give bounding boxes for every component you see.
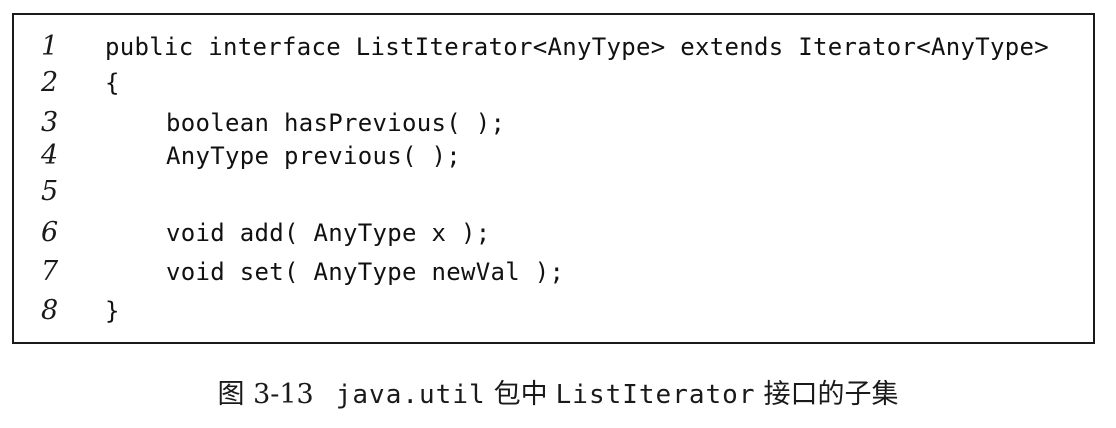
line-number: 1: [41, 31, 59, 62]
code-line-7: 7 void set( AnyType newVal );: [14, 254, 1093, 290]
caption-text-subset: 接口的子集: [763, 379, 899, 410]
code-line-6: 6 void add( AnyType x );: [14, 215, 1093, 251]
caption-interface-name: ListIterator: [555, 380, 756, 410]
line-number: 8: [41, 295, 59, 326]
line-code: void add( AnyType x );: [166, 219, 491, 247]
code-line-4: 4 AnyType previous( );: [14, 138, 1093, 174]
figure-label: 图 3-13: [217, 379, 314, 410]
line-number: 4: [41, 140, 59, 171]
line-code: AnyType previous( );: [166, 142, 461, 170]
line-code: public interface ListIterator<AnyType> e…: [105, 33, 1049, 61]
line-code: boolean hasPrevious( );: [166, 109, 506, 137]
line-code: void set( AnyType newVal );: [166, 258, 565, 286]
line-number: 7: [41, 256, 59, 287]
figure-caption: 图 3-13 java.util 包中 ListIterator 接口的子集: [0, 375, 1116, 415]
code-listing: 1 public interface ListIterator<AnyType>…: [12, 13, 1095, 344]
code-line-2: 2 {: [14, 65, 1093, 101]
line-number: 5: [41, 176, 59, 207]
line-number: 3: [41, 107, 59, 138]
code-line-8: 8 }: [14, 293, 1093, 329]
code-line-5: 5: [14, 174, 1093, 210]
line-number: 2: [41, 67, 59, 98]
code-line-3: 3 boolean hasPrevious( );: [14, 105, 1093, 141]
caption-text-in: 包中: [493, 379, 548, 410]
line-code: {: [105, 69, 120, 97]
line-code: }: [105, 297, 120, 325]
code-line-1: 1 public interface ListIterator<AnyType>…: [14, 29, 1093, 65]
caption-package-name: java.util: [335, 380, 486, 410]
line-number: 6: [41, 217, 59, 248]
